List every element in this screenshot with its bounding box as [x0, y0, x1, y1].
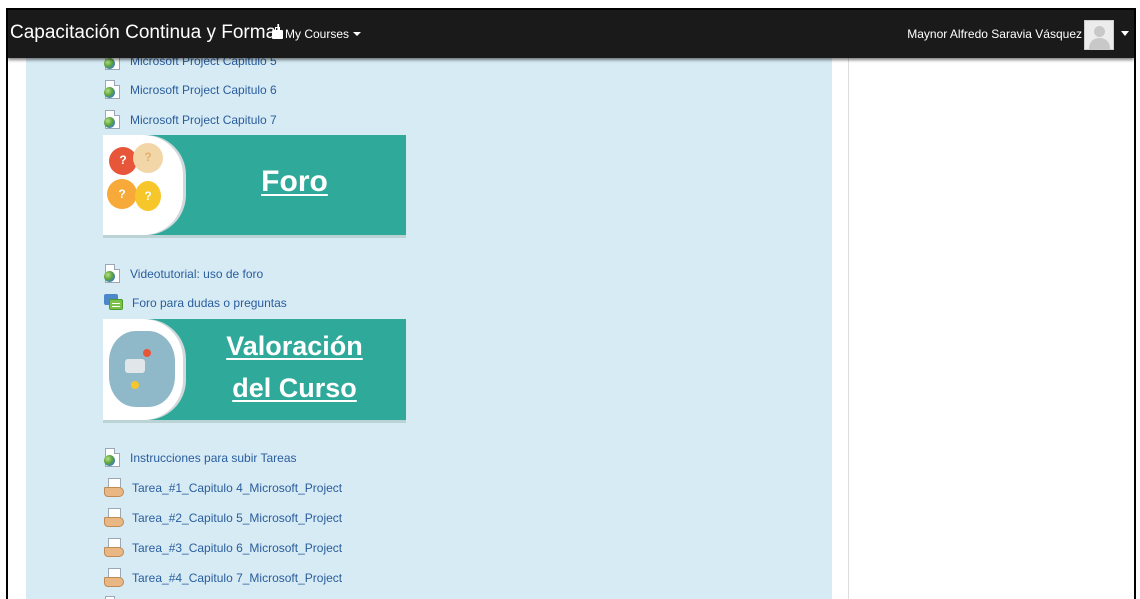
foro-banner: ? ? ? ? Foro	[103, 135, 406, 235]
activity-link-tarea-4[interactable]: Tarea_#4_Capitulo 7_Microsoft_Project	[104, 567, 342, 589]
megaphone-illustration	[103, 319, 183, 420]
avatar[interactable]	[1084, 20, 1114, 50]
file-globe-icon	[104, 448, 122, 468]
banner-title-line2: del Curso	[232, 373, 357, 403]
briefcase-icon	[272, 26, 283, 39]
file-globe-icon	[104, 80, 122, 100]
activity-label: Tarea_#2_Capitulo 5_Microsoft_Project	[132, 511, 343, 525]
activity-link-foro-dudas[interactable]: Foro para dudas o preguntas	[104, 292, 287, 314]
banner-title-line1: Valoración	[226, 331, 363, 361]
activity-link-tarea-1[interactable]: Tarea_#1_Capitulo 4_Microsoft_Project	[104, 477, 342, 499]
file-globe-icon	[104, 110, 122, 130]
right-sidebar	[848, 10, 1134, 599]
user-menu-caret-icon[interactable]	[1121, 31, 1129, 36]
forum-icon	[104, 293, 124, 313]
activity-link-tarea-3[interactable]: Tarea_#3_Capitulo 6_Microsoft_Project	[104, 537, 342, 559]
activity-label: Tarea_#4_Capitulo 7_Microsoft_Project	[132, 571, 343, 585]
activity-label: Microsoft Project Capitulo 6	[130, 83, 277, 97]
activity-link-capitulo-6[interactable]: Microsoft Project Capitulo 6	[104, 79, 277, 101]
site-brand-link[interactable]: Capacitación Continua y Formal	[10, 22, 280, 44]
browser-frame: Microsoft Project Capitulo 5 Microsoft P…	[6, 8, 1136, 599]
activity-label: Instrucciones para subir Tareas	[130, 451, 297, 465]
activity-link-tarea-2[interactable]: Tarea_#2_Capitulo 5_Microsoft_Project	[104, 507, 342, 529]
activity-link-instrucciones[interactable]: Instrucciones para subir Tareas	[104, 447, 297, 469]
caret-down-icon	[353, 32, 362, 36]
course-content: Microsoft Project Capitulo 5 Microsoft P…	[26, 10, 832, 599]
my-courses-label: My Courses	[285, 27, 350, 41]
activity-label: Foro para dudas o preguntas	[132, 296, 287, 310]
activity-label: Tarea_#1_Capitulo 4_Microsoft_Project	[132, 481, 343, 495]
banner-title: Valoración del Curso	[183, 325, 406, 409]
activity-label: Videotutorial: uso de foro	[130, 267, 264, 281]
activity-link-next[interactable]	[104, 595, 122, 599]
activity-link-capitulo-7[interactable]: Microsoft Project Capitulo 7	[104, 109, 277, 131]
activity-link-videotutorial[interactable]: Videotutorial: uso de foro	[104, 263, 263, 285]
activity-label: Microsoft Project Capitulo 7	[130, 113, 277, 127]
file-globe-icon	[104, 264, 122, 284]
assignment-icon	[104, 538, 124, 558]
banner-title: Foro	[261, 165, 328, 198]
question-bubbles-illustration: ? ? ? ?	[103, 135, 183, 235]
my-courses-menu[interactable]: My Courses	[272, 26, 362, 41]
user-name[interactable]: Maynor Alfredo Saravia Vásquez	[907, 27, 1082, 41]
top-navbar: Capacitación Continua y Formal My Course…	[8, 10, 1134, 58]
assignment-icon	[104, 478, 124, 498]
activity-label: Tarea_#3_Capitulo 6_Microsoft_Project	[132, 541, 343, 555]
assignment-icon	[104, 568, 124, 588]
valoracion-banner: Valoración del Curso	[103, 319, 406, 420]
assignment-icon	[104, 508, 124, 528]
